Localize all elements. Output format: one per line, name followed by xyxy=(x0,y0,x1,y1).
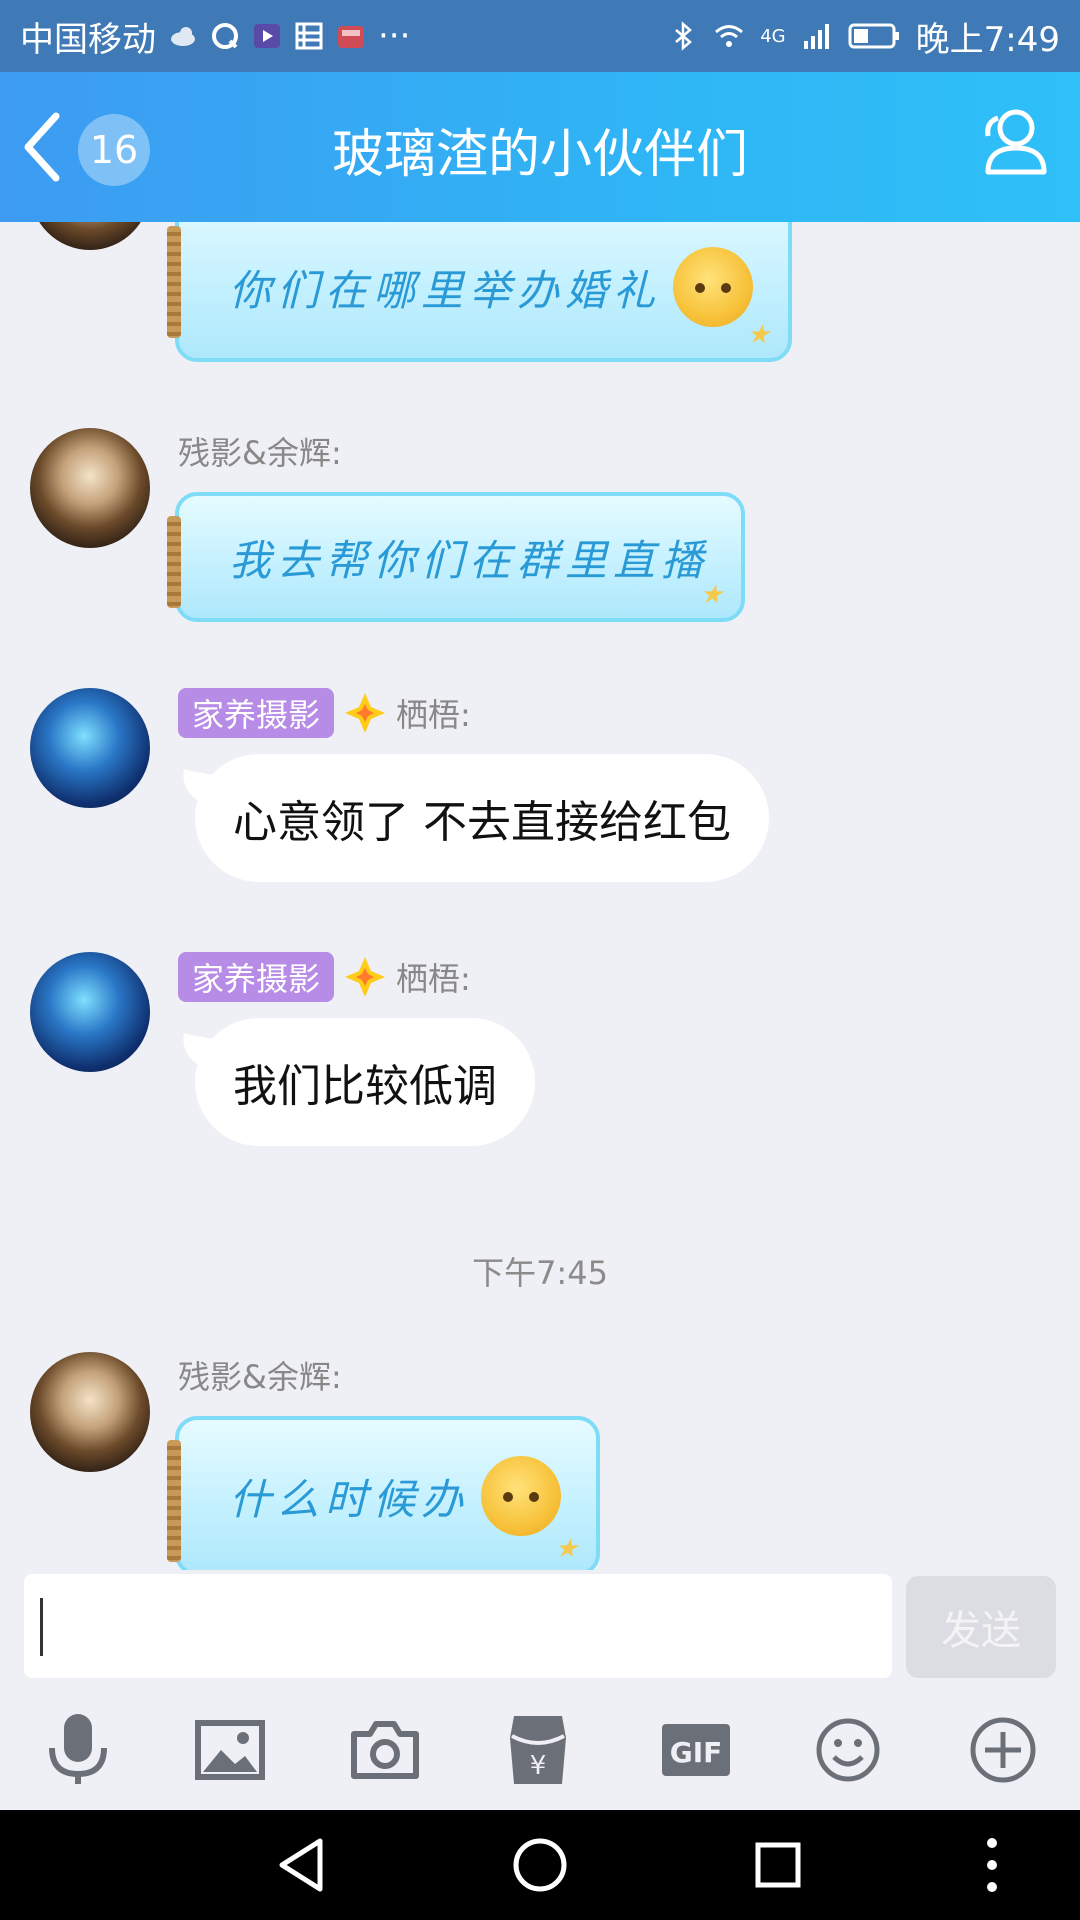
sender-name: 残影&余辉: xyxy=(178,1358,342,1396)
chat-header: 16 玻璃渣的小伙伴们 xyxy=(0,72,1080,222)
avatar[interactable] xyxy=(30,428,150,548)
input-toolbar: ¥ GIF xyxy=(0,1680,1080,1810)
group-members-icon[interactable] xyxy=(974,102,1054,182)
star-icon xyxy=(345,957,386,997)
bluetooth-icon xyxy=(675,21,693,51)
status-bar: 中国移动 ··· 4G 晚上7:49 xyxy=(0,0,1080,72)
battery-icon xyxy=(848,23,899,49)
sender-name: 家养摄影 栖梧: xyxy=(178,952,471,1002)
radio-icon xyxy=(338,26,364,48)
plus-icon xyxy=(970,1717,1036,1783)
message-text: 什么时候办 xyxy=(229,1474,470,1524)
sender-name: 家养摄影 栖梧: xyxy=(178,688,471,738)
red-packet-button[interactable]: ¥ xyxy=(498,1710,578,1790)
recents-square-icon[interactable] xyxy=(748,1835,808,1895)
message-text: 我们比较低调 xyxy=(233,1061,497,1112)
home-circle-icon[interactable] xyxy=(510,1835,570,1895)
message-bubble[interactable]: 我去帮你们在群里直播 ★ xyxy=(167,492,745,622)
message-bubble[interactable]: 心意领了 不去直接给红包 xyxy=(195,754,769,882)
send-button[interactable]: 发送 xyxy=(906,1576,1056,1678)
member-title-badge: 家养摄影 xyxy=(178,688,335,738)
camera-button[interactable] xyxy=(345,1710,425,1790)
microphone-icon xyxy=(49,1714,107,1784)
photo-button[interactable] xyxy=(190,1710,270,1790)
gif-button[interactable]: GIF xyxy=(656,1710,736,1790)
video-icon xyxy=(254,24,280,48)
overflow-menu-icon[interactable] xyxy=(962,1835,1022,1895)
qq-icon xyxy=(212,23,238,49)
system-nav-bar xyxy=(0,1810,1080,1920)
signal-icon xyxy=(803,24,829,49)
film-icon xyxy=(295,22,323,50)
message-text: 我去帮你们在群里直播 xyxy=(229,535,710,585)
message-bubble[interactable]: 你们在哪里举办婚礼 ★ xyxy=(167,222,792,362)
emoji-button[interactable] xyxy=(808,1710,888,1790)
avatar[interactable] xyxy=(30,952,150,1072)
avatar[interactable] xyxy=(30,1352,150,1472)
text-caret xyxy=(40,1598,43,1656)
message-list[interactable]: 你们在哪里举办婚礼 ★ 残影&余辉: 我去帮你们在群里直播 ★ 家养摄影 栖梧:… xyxy=(0,222,1080,1570)
svg-text:¥: ¥ xyxy=(530,1751,547,1781)
emoji-icon xyxy=(481,1456,562,1536)
emoji-icon xyxy=(673,247,754,327)
star-sparkle-icon: ★ xyxy=(699,580,729,610)
clock-label: 晚上7:49 xyxy=(915,19,1060,60)
page-title: 玻璃渣的小伙伴们 xyxy=(331,125,748,185)
more-notifications-icon: ··· xyxy=(378,16,411,56)
input-bar: 发送 xyxy=(0,1570,1080,1680)
avatar[interactable] xyxy=(30,222,150,250)
timestamp: 下午7:45 xyxy=(472,1254,608,1292)
gif-icon: GIF xyxy=(662,1724,730,1776)
message-bubble[interactable]: 什么时候办 ★ xyxy=(167,1416,600,1570)
avatar[interactable] xyxy=(30,688,150,808)
star-sparkle-icon: ★ xyxy=(554,1534,584,1564)
network-type-label: 4G xyxy=(760,25,786,47)
star-sparkle-icon: ★ xyxy=(746,320,776,350)
back-triangle-icon[interactable] xyxy=(272,1835,332,1895)
message-text: 你们在哪里举办婚礼 xyxy=(229,265,662,315)
message-input[interactable] xyxy=(24,1574,892,1678)
voice-button[interactable] xyxy=(38,1710,118,1790)
more-button[interactable] xyxy=(963,1710,1043,1790)
wifi-icon xyxy=(715,25,744,47)
message-bubble[interactable]: 我们比较低调 xyxy=(195,1018,535,1146)
message-text: 心意领了 不去直接给红包 xyxy=(233,797,731,848)
sender-name: 残影&余辉: xyxy=(178,434,342,472)
red-packet-icon: ¥ xyxy=(510,1716,566,1784)
weather-icon xyxy=(171,27,195,46)
star-icon xyxy=(345,693,386,733)
image-icon xyxy=(195,1720,265,1780)
camera-icon xyxy=(351,1721,419,1779)
member-title-badge: 家养摄影 xyxy=(178,952,335,1002)
svg-text:GIF: GIF xyxy=(670,1736,723,1769)
carrier-label: 中国移动 xyxy=(20,19,156,60)
emoji-icon xyxy=(816,1718,880,1782)
